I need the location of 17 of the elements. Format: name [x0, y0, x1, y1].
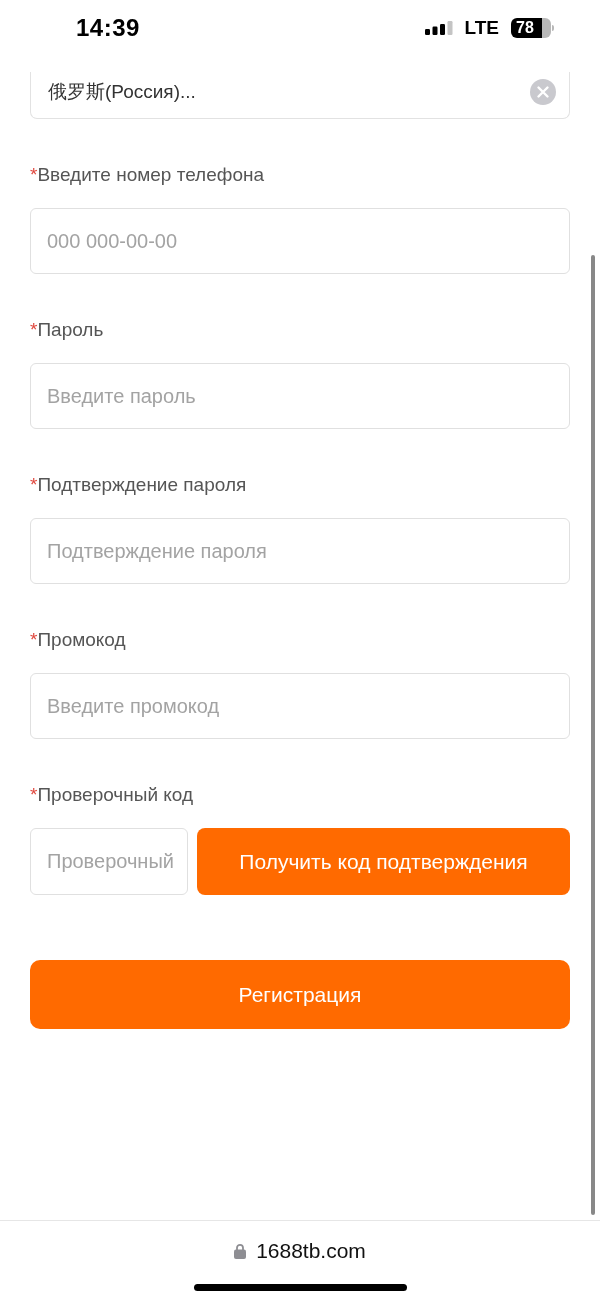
battery-indicator: 78	[511, 18, 554, 38]
input-field[interactable]: 000 000-00-00	[30, 208, 570, 274]
status-time: 14:39	[76, 14, 140, 42]
url-text[interactable]: 1688tb.com	[256, 1239, 366, 1263]
field-label: *Промокод	[30, 628, 127, 652]
signal-icon	[424, 21, 453, 35]
clear-icon[interactable]	[530, 79, 556, 105]
field-label: *Пароль	[30, 318, 105, 342]
input-field[interactable]: Введите пароль	[30, 363, 570, 429]
field-label: *Введите номер телефона	[30, 163, 265, 187]
field-label: *Проверочный код	[30, 783, 195, 807]
code-field[interactable]: Проверочный	[30, 828, 188, 895]
country-field[interactable]: 俄罗斯(Россия)...	[30, 72, 570, 119]
input-field[interactable]: Введите промокод	[30, 673, 570, 739]
input-field[interactable]: Подтверждение пароля	[30, 518, 570, 584]
network-label: LTE	[464, 17, 499, 39]
field-label: *Подтверждение пароля	[30, 473, 248, 497]
